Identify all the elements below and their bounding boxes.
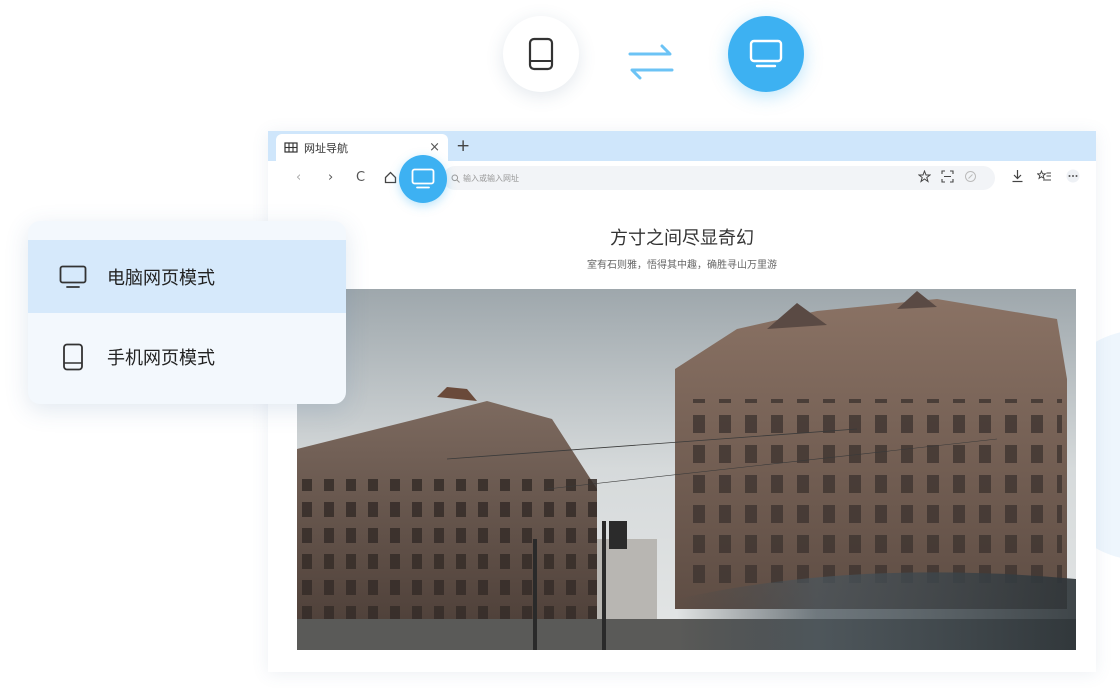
favorites-list-icon[interactable] bbox=[1037, 169, 1052, 183]
desktop-icon bbox=[411, 168, 435, 189]
desktop-icon bbox=[59, 265, 87, 288]
accelerate-icon[interactable] bbox=[964, 170, 977, 183]
reload-icon[interactable]: C bbox=[356, 170, 365, 186]
new-tab-button[interactable]: + bbox=[456, 136, 470, 156]
promo-stage: 网址导航 × + ‹ › C 输入或输入网址 方寸之间尽显奇幻 室有石则雅，悟得… bbox=[0, 0, 1120, 688]
desktop-icon bbox=[749, 39, 783, 68]
download-icon[interactable] bbox=[1011, 169, 1024, 183]
swap-arrows-icon bbox=[628, 44, 674, 80]
tab-label: 网址导航 bbox=[304, 141, 348, 155]
desktop-mode-indicator bbox=[399, 155, 447, 203]
page-mode-menu: 电脑网页模式 手机网页模式 bbox=[28, 221, 346, 404]
menu-item-label: 电脑网页模式 bbox=[107, 267, 215, 289]
desktop-mode-toggle-button[interactable] bbox=[728, 16, 804, 92]
menu-item-mobile-mode[interactable]: 手机网页模式 bbox=[28, 320, 346, 393]
search-icon bbox=[451, 174, 460, 183]
browser-toolbar: ‹ › C 输入或输入网址 bbox=[268, 161, 1096, 195]
more-icon[interactable] bbox=[1065, 169, 1081, 183]
menu-item-desktop-mode[interactable]: 电脑网页模式 bbox=[28, 240, 346, 313]
mobile-mode-toggle-button[interactable] bbox=[503, 16, 579, 92]
page-subtitle: 室有石则雅，悟得其中趣，确胜寻山万里游 bbox=[587, 260, 777, 271]
tab-bar: 网址导航 × + bbox=[268, 131, 1096, 161]
star-icon[interactable] bbox=[918, 170, 931, 183]
screenshot-icon[interactable] bbox=[941, 170, 954, 183]
back-arrow-icon[interactable]: ‹ bbox=[296, 170, 301, 186]
page-title: 方寸之间尽显奇幻 bbox=[610, 228, 754, 249]
menu-item-label: 手机网页模式 bbox=[107, 347, 215, 369]
grid-icon bbox=[284, 142, 298, 153]
address-placeholder: 输入或输入网址 bbox=[463, 173, 519, 183]
city-street-photo bbox=[297, 289, 1076, 650]
home-icon[interactable] bbox=[384, 171, 397, 184]
close-icon[interactable]: × bbox=[429, 140, 440, 155]
mobile-icon bbox=[63, 343, 83, 370]
mobile-icon bbox=[528, 37, 554, 71]
forward-arrow-icon[interactable]: › bbox=[328, 170, 333, 186]
address-actions bbox=[918, 170, 977, 183]
toolbar-right-actions bbox=[1011, 169, 1081, 183]
browser-window: 网址导航 × + ‹ › C 输入或输入网址 方寸之间尽显奇幻 室有石则雅，悟得… bbox=[268, 131, 1096, 672]
address-bar[interactable]: 输入或输入网址 bbox=[443, 166, 995, 190]
